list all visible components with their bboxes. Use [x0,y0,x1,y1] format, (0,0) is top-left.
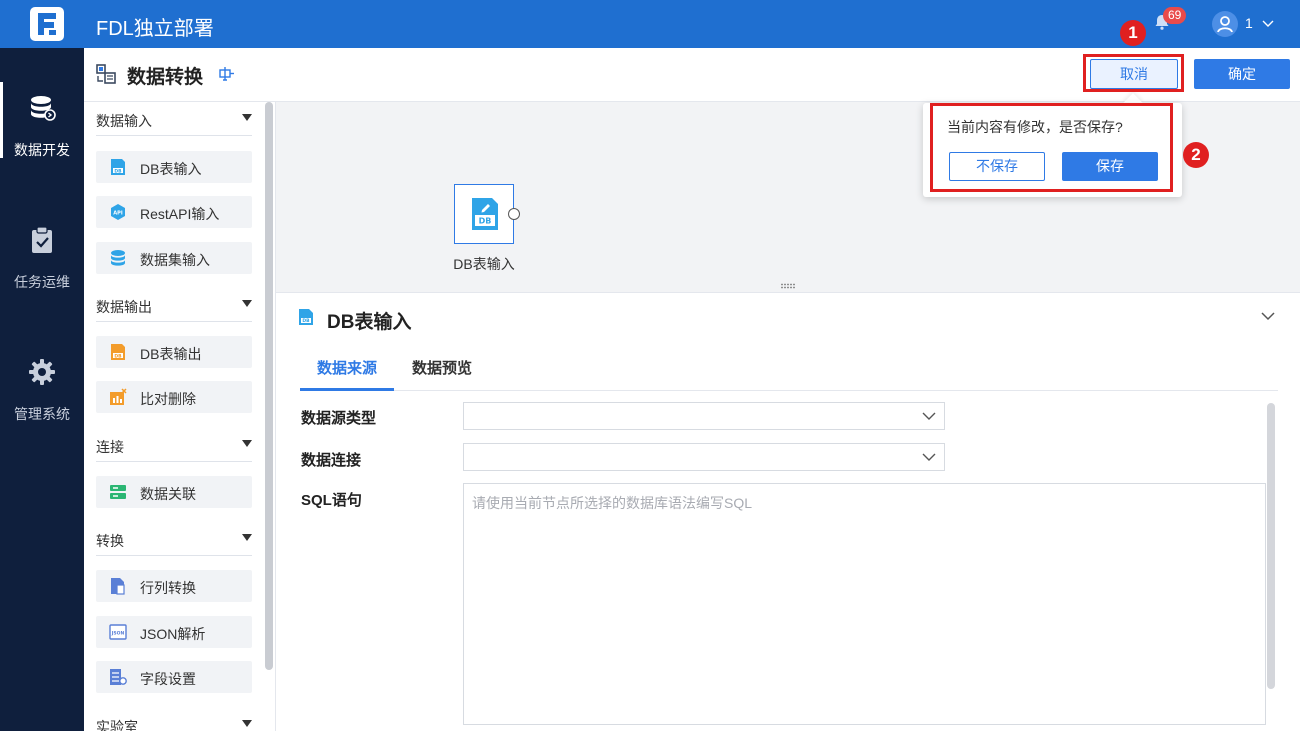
group-label: 数据输出 [96,299,152,315]
caret-down-icon[interactable] [242,114,252,121]
row-column-icon [111,578,125,595]
svg-text:API: API [113,211,123,217]
data-join-icon [110,485,126,499]
group-lab[interactable]: 实验室 [96,708,252,731]
db-input-icon: DB [111,159,125,175]
resize-handle-icon[interactable] [780,283,796,289]
flow-node-db-input[interactable]: DB [454,184,514,244]
detail-scrollbar[interactable] [1267,403,1275,689]
dataset-icon [111,250,125,266]
json-icon: JSON [109,624,127,640]
annotation-box-popover [930,103,1173,192]
component-label: RestAPI输入 [140,206,220,222]
nav-item-label: 管理系统 [14,406,70,422]
node-output-port[interactable] [508,208,520,220]
flow-node-label: DB表输入 [453,256,515,272]
detail-tabs: 数据来源 数据预览 [300,347,1278,391]
group-label: 连接 [96,439,124,455]
chevron-down-icon[interactable] [1260,308,1276,324]
node-detail-panel: DB DB表输入 数据来源 数据预览 数据源类型 数据连接 SQL语句 请使用当… [276,292,1300,731]
database-icon [31,96,56,121]
detail-title: DB表输入 [327,312,412,333]
svg-text:JSON: JSON [111,631,125,637]
sql-editor[interactable]: 请使用当前节点所选择的数据库语法编写SQL [463,483,1266,725]
connection-label: 数据连接 [301,452,362,469]
component-label: DB表输入 [140,161,202,177]
component-panel: 数据输入 DB DB表输入 API RestAPI输入 数据集输入 数据输出 D… [84,102,276,731]
nav-item-label: 数据开发 [14,142,70,158]
svg-text:DB: DB [114,353,122,359]
component-data-join[interactable]: 数据关联 [96,476,252,508]
component-db-input[interactable]: DB DB表输入 [96,151,252,183]
compare-delete-icon [110,388,127,405]
component-label: 数据关联 [140,486,196,502]
component-label: 字段设置 [140,671,196,687]
db-input-icon: DB [472,198,498,230]
component-label: 行列转换 [140,580,196,596]
clipboard-check-icon [32,226,52,253]
caret-down-icon[interactable] [242,720,252,727]
sql-label: SQL语句 [301,492,362,509]
page-title: 数据转换 [127,67,204,88]
nav-item-data-development[interactable]: 数据开发 [0,82,84,194]
nav-item-label: 任务运维 [14,274,70,290]
component-compare-delete[interactable]: 比对删除 [96,381,252,413]
tab-data-preview[interactable]: 数据预览 [412,357,472,391]
component-row-column-transform[interactable]: 行列转换 [96,570,252,602]
component-label: DB表输出 [140,346,202,362]
gear-icon [29,359,55,385]
annotation-number-1: 1 [1120,20,1146,46]
datasource-type-label: 数据源类型 [301,410,377,427]
app-title: FDL独立部署 [96,18,214,40]
group-join[interactable]: 连接 [96,428,252,462]
group-data-output[interactable]: 数据输出 [96,288,252,322]
component-db-output[interactable]: DB DB表输出 [96,336,252,368]
db-output-icon: DB [111,344,125,360]
tab-data-source[interactable]: 数据来源 [300,357,394,391]
fdl-logo-icon[interactable] [30,7,64,41]
annotation-box-cancel [1083,54,1184,92]
field-settings-icon [110,669,127,685]
component-dataset-input[interactable]: 数据集输入 [96,242,252,274]
component-restapi-input[interactable]: API RestAPI输入 [96,196,252,228]
group-data-input[interactable]: 数据输入 [96,102,252,136]
group-label: 转换 [96,533,124,549]
svg-text:DB: DB [302,318,310,324]
user-name[interactable]: 1 [1245,15,1253,31]
component-label: JSON解析 [140,626,206,642]
user-avatar-icon[interactable] [1212,11,1238,37]
api-icon: API [111,204,125,220]
db-input-icon: DB [299,309,313,325]
caret-down-icon[interactable] [242,300,252,307]
datasource-type-select[interactable] [463,402,945,430]
chevron-down-icon [922,453,936,461]
chevron-down-icon[interactable] [1261,16,1275,30]
connection-select[interactable] [463,443,945,471]
component-json-parse[interactable]: JSON JSON解析 [96,616,252,648]
chevron-down-icon [922,412,936,420]
group-transform[interactable]: 转换 [96,522,252,556]
edit-node-icon[interactable] [217,65,235,83]
component-label: 比对删除 [140,391,196,407]
caret-down-icon[interactable] [242,534,252,541]
caret-down-icon[interactable] [242,440,252,447]
panel-scrollbar[interactable] [265,102,273,670]
svg-text:DB: DB [114,168,122,174]
component-label: 数据集输入 [140,252,210,268]
top-bar: FDL独立部署 69 1 [0,0,1300,48]
svg-text:DB: DB [479,217,492,226]
group-label: 数据输入 [96,113,152,129]
notification-badge: 69 [1163,7,1187,24]
nav-item-task-ops[interactable]: 任务运维 [0,226,84,326]
component-field-settings[interactable]: 字段设置 [96,661,252,693]
data-transform-icon [96,64,116,84]
confirm-button[interactable]: 确定 [1194,59,1290,89]
left-nav: 数据开发 任务运维 管理系统 [0,48,84,731]
nav-item-system-management[interactable]: 管理系统 [0,358,84,458]
annotation-number-2: 2 [1183,142,1209,168]
group-label: 实验室 [96,719,138,731]
sql-placeholder: 请使用当前节点所选择的数据库语法编写SQL [472,495,753,511]
